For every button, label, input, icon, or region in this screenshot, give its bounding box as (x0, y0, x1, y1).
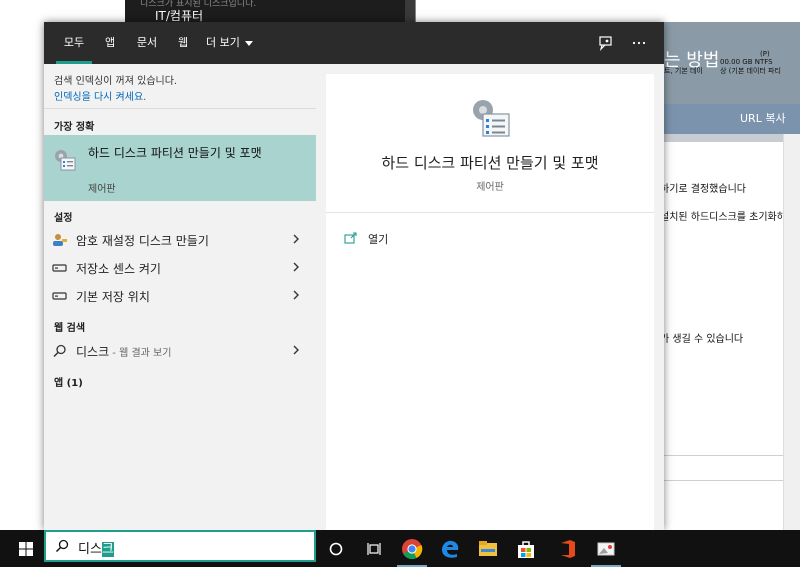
chevron-right-icon (289, 288, 303, 302)
divider (44, 108, 316, 109)
edge-icon[interactable] (431, 530, 469, 567)
start-button[interactable] (8, 530, 44, 567)
task-view-icon[interactable] (355, 530, 393, 567)
web-search-heading: 웹 검색 (54, 323, 86, 334)
office-icon[interactable] (549, 530, 587, 567)
settings-item-password-reset-disk[interactable]: 암호 재설정 디스크 만들기 (44, 226, 316, 254)
chevron-right-icon (289, 260, 303, 274)
storage-icon (52, 289, 68, 303)
settings-item-label: 저장소 센스 켜기 (76, 262, 161, 276)
search-composing-char: 크 (101, 542, 114, 557)
background-text-line: 가 생길 수 있습니다 (660, 334, 744, 345)
chrome-icon[interactable] (393, 530, 431, 567)
disk-management-icon (469, 96, 513, 140)
disk-management-icon (52, 147, 78, 173)
taskbar: 디스크 (0, 530, 800, 567)
background-disk-line: 트, 기본 데이 (664, 67, 703, 75)
search-icon (55, 539, 69, 553)
background-disk-line: 00.00 GB NTFS (720, 58, 773, 66)
windows-icon (19, 541, 33, 556)
settings-item-label: 암호 재설정 디스크 만들기 (76, 234, 209, 248)
best-match-heading: 가장 정확 (54, 122, 95, 133)
preview-subtitle: 제어판 (476, 182, 504, 193)
tab-web[interactable]: 웹 (174, 22, 192, 64)
open-button[interactable]: 열기 (344, 229, 388, 249)
cortana-icon[interactable] (317, 530, 355, 567)
settings-item-storage-sense[interactable]: 저장소 센스 켜기 (44, 254, 316, 282)
web-search-query: 디스크 (76, 345, 110, 359)
indexing-notice: 검색 인덱싱이 꺼져 있습니다. (54, 76, 178, 87)
background-disk-line: (P) (760, 50, 770, 58)
web-search-suffix: - 웹 결과 보기 (109, 348, 172, 359)
photos-icon[interactable] (587, 530, 625, 567)
tab-more[interactable]: 더 보기 (206, 22, 258, 64)
settings-heading: 설정 (54, 213, 73, 224)
search-query-text: 디스크 (78, 538, 114, 557)
enable-indexing-link[interactable]: 인덱싱을 다시 켜세요. (54, 88, 146, 103)
preview-title: 하드 디스크 파티션 만들기 및 포맷 (381, 154, 599, 172)
background-separator (663, 455, 800, 456)
taskbar-search-input[interactable]: 디스크 (44, 530, 316, 562)
background-scrollbar[interactable] (783, 134, 800, 530)
background-divider (405, 0, 415, 22)
chevron-right-icon (289, 232, 303, 246)
background-separator (663, 480, 800, 481)
background-window-right-top (415, 0, 800, 22)
background-strip (663, 134, 783, 142)
best-match-subtitle: 제어판 (88, 184, 116, 195)
settings-item-label: 기본 저장 위치 (76, 290, 150, 304)
file-explorer-icon[interactable] (469, 530, 507, 567)
chevron-down-icon (244, 40, 253, 46)
background-text-line: 설치된 하드디스크를 초기화하는 (660, 212, 796, 223)
results-pane: 검색 인덱싱이 꺼져 있습니다. 인덱싱을 다시 켜세요. 가장 정확 하드 디… (44, 64, 316, 530)
more-options-icon[interactable] (630, 34, 648, 52)
search-flyout: 모두 앱 문서 웹 더 보기 검색 인덱싱이 꺼져 있습니다. 인덱싱을 다시 … (44, 22, 664, 530)
chevron-right-icon (289, 343, 303, 357)
divider (326, 212, 654, 213)
background-text-line: 하기로 결정했습니다 (660, 184, 746, 195)
web-search-result[interactable]: 디스크 - 웹 결과 보기 (44, 337, 316, 365)
user-key-icon (52, 233, 68, 247)
feedback-icon[interactable] (597, 34, 615, 52)
storage-icon (52, 261, 68, 275)
search-typed-text: 디스 (78, 542, 102, 557)
best-match-result[interactable]: 하드 디스크 파티션 만들기 및 포맷 제어판 (44, 135, 316, 201)
tab-apps[interactable]: 앱 (100, 22, 120, 64)
open-label: 열기 (368, 233, 389, 246)
store-icon[interactable] (507, 530, 545, 567)
background-disk-line: 상 (기본 데이터 파티 (720, 67, 781, 75)
tab-documents[interactable]: 문서 (132, 22, 162, 64)
web-search-label: 디스크 - 웹 결과 보기 (76, 343, 171, 360)
tab-more-label: 더 보기 (206, 36, 240, 49)
search-filter-bar: 모두 앱 문서 웹 더 보기 (44, 22, 664, 64)
best-match-title: 하드 디스크 파티션 만들기 및 포맷 (88, 146, 262, 160)
preview-pane: 하드 디스크 파티션 만들기 및 포맷 제어판 열기 (326, 74, 654, 530)
apps-heading[interactable]: 앱 (1) (54, 374, 83, 389)
search-icon (52, 344, 68, 358)
settings-item-default-save-location[interactable]: 기본 저장 위치 (44, 282, 316, 310)
tab-all[interactable]: 모두 (56, 22, 92, 64)
open-icon (344, 231, 358, 248)
background-url-copy-button[interactable]: URL 복사 (740, 110, 786, 126)
